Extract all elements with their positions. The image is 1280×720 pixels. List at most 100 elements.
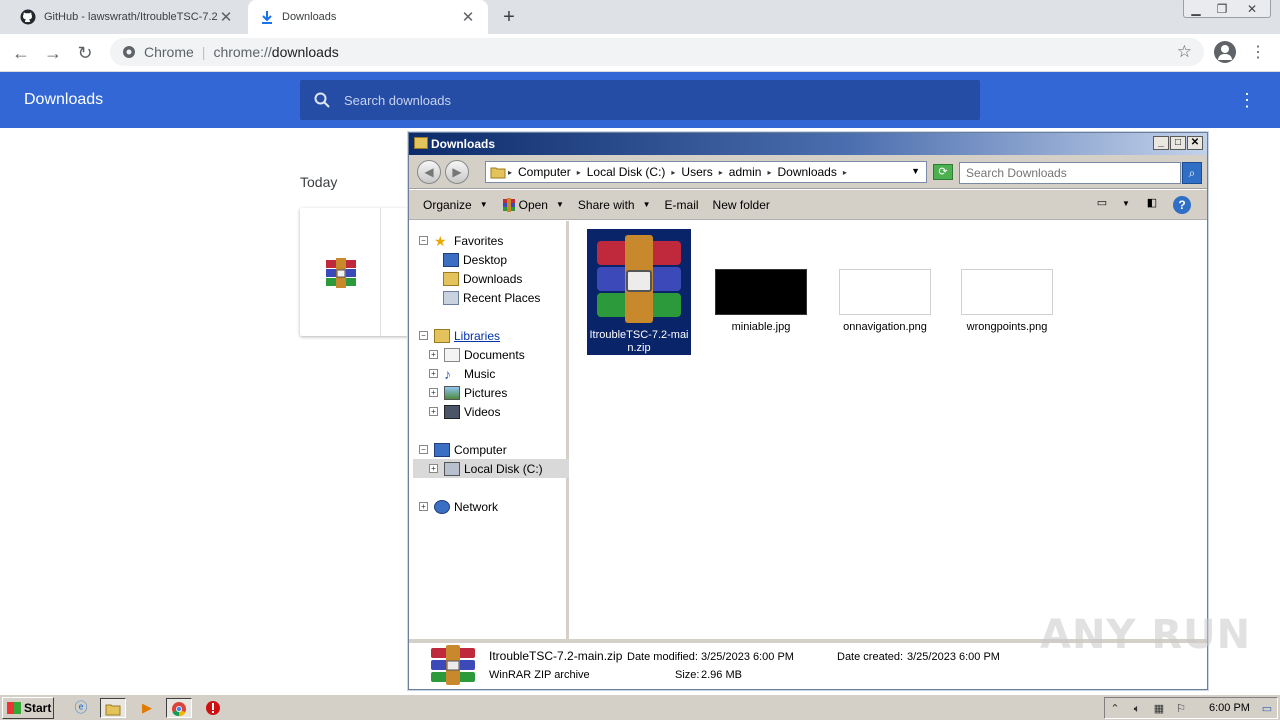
explorer-taskbar-icon[interactable]	[100, 698, 126, 718]
collapse-icon[interactable]: −	[419, 236, 428, 245]
tree-item-local-disk[interactable]: + Local Disk (C:)	[413, 459, 569, 478]
tab-github[interactable]: GitHub - lawswrath/ItroubleTSC-7.2 ✕	[8, 0, 246, 34]
expand-icon[interactable]: +	[429, 464, 438, 473]
tree-libraries[interactable]: − Libraries	[419, 326, 500, 345]
details-created-value: 3/25/2023 6:00 PM	[907, 651, 1000, 663]
email-button[interactable]: E-mail	[665, 198, 699, 212]
breadcrumb-item[interactable]: admin	[729, 165, 762, 179]
breadcrumb-item[interactable]: Local Disk (C:)	[587, 165, 666, 179]
tree-computer[interactable]: − Computer	[419, 440, 507, 459]
expand-icon[interactable]: +	[419, 502, 428, 511]
search-icon	[314, 92, 330, 108]
reload-button[interactable]: ↻	[72, 40, 98, 66]
tree-item-recent-places[interactable]: Recent Places	[443, 288, 540, 307]
profile-avatar-icon[interactable]	[1214, 41, 1236, 63]
organize-button[interactable]: Organize ▼	[423, 198, 488, 212]
downloads-header: Downloads ⋮	[0, 72, 1280, 128]
details-filename: ItroubleTSC-7.2-main.zip	[489, 649, 623, 663]
tree-item-downloads[interactable]: Downloads	[443, 269, 522, 288]
close-window-button[interactable]: ✕	[1240, 0, 1264, 18]
address-bar[interactable]: ▸ Computer ▸ Local Disk (C:) ▸ Users ▸ a…	[485, 161, 927, 183]
breadcrumb-item[interactable]: Computer	[518, 165, 571, 179]
forward-button[interactable]: ▶	[445, 160, 469, 184]
minimize-button[interactable]: ▁	[1184, 0, 1208, 18]
explorer-titlebar[interactable]: Downloads _ □ ✕	[409, 133, 1207, 155]
file-item[interactable]: ItroubleTSC-7.2-main.zip	[587, 229, 691, 355]
file-item[interactable]: miniable.jpg	[709, 269, 813, 336]
volume-icon[interactable]: 🔈︎	[1129, 701, 1145, 717]
tab-close-button[interactable]: ✕	[218, 8, 234, 26]
show-desktop-icon[interactable]: ▭	[1259, 701, 1275, 717]
start-button[interactable]: Start	[2, 697, 54, 719]
view-dropdown-icon[interactable]: ▼	[1117, 196, 1135, 212]
tree-item-music[interactable]: + ♪ Music	[429, 364, 495, 383]
close-button[interactable]: ✕	[1187, 136, 1203, 150]
clock[interactable]: 6:00 PM	[1209, 702, 1250, 714]
chrome-taskbar-icon[interactable]	[166, 698, 192, 718]
restore-button[interactable]: ❐	[1210, 0, 1234, 18]
show-hidden-icons-icon[interactable]: ⌃	[1107, 701, 1123, 717]
breadcrumb-item[interactable]: Downloads	[777, 165, 836, 179]
tree-network[interactable]: + Network	[419, 497, 498, 516]
image-thumbnail	[839, 269, 931, 315]
tab-close-button[interactable]: ✕	[460, 8, 476, 26]
details-size-label: Size:	[675, 669, 700, 681]
address-dropdown-icon[interactable]: ▼	[911, 166, 920, 176]
image-thumbnail	[961, 269, 1053, 315]
back-button[interactable]: ←	[8, 40, 34, 66]
minimize-button[interactable]: _	[1153, 136, 1169, 150]
refresh-icon[interactable]: ⟳	[933, 164, 953, 180]
expand-icon[interactable]: +	[429, 369, 438, 378]
download-icon	[262, 11, 272, 24]
anyrun-watermark: ANY RUN	[1040, 612, 1252, 658]
system-tray: ⌃ 🔈︎ ▦ ⚐ 6:00 PM ▭	[1104, 697, 1278, 719]
section-heading: Today	[300, 174, 338, 190]
browser-toolbar: ← → ↻ Chrome | chrome://downloads ☆	[0, 34, 1280, 72]
breadcrumb-item[interactable]: Users	[681, 165, 712, 179]
media-player-icon[interactable]: ▶	[134, 698, 160, 718]
taskbar: Start ⓔ ▶ ⌃ 🔈︎ ▦ ⚐ 6:00 PM ▭	[0, 694, 1280, 720]
page-title: Downloads	[24, 91, 104, 108]
back-button[interactable]: ◀	[417, 160, 441, 184]
tree-item-desktop[interactable]: Desktop	[443, 250, 507, 269]
tree-favorites[interactable]: − ★ Favorites	[419, 231, 503, 250]
collapse-icon[interactable]: −	[419, 445, 428, 454]
new-tab-button[interactable]: +	[496, 4, 522, 30]
preview-pane-icon[interactable]: ◧	[1143, 196, 1161, 212]
new-folder-button[interactable]: New folder	[713, 198, 770, 212]
stop-icon[interactable]	[200, 698, 226, 718]
downloads-menu-icon[interactable]: ⋮	[1238, 90, 1256, 111]
tree-item-pictures[interactable]: + Pictures	[429, 383, 507, 402]
expand-icon[interactable]: +	[429, 388, 438, 397]
tab-downloads[interactable]: Downloads ✕	[248, 0, 488, 34]
internet-explorer-icon[interactable]: ⓔ	[68, 698, 94, 718]
downloads-search-input[interactable]	[344, 92, 944, 108]
maximize-button[interactable]: □	[1170, 136, 1186, 150]
omnibox-chip: Chrome	[144, 44, 194, 60]
winrar-icon	[502, 197, 515, 212]
open-button[interactable]: Open ▼	[502, 197, 564, 212]
file-name: wrongpoints.png	[966, 321, 1048, 333]
tree-item-documents[interactable]: + Documents	[429, 345, 525, 364]
expand-icon[interactable]: +	[429, 407, 438, 416]
tree-item-videos[interactable]: + Videos	[429, 402, 500, 421]
explorer-search-input[interactable]	[959, 162, 1181, 184]
share-with-button[interactable]: Share with ▼	[578, 198, 651, 212]
action-center-flag-icon[interactable]: ⚐	[1173, 701, 1189, 717]
winrar-archive-icon	[597, 235, 681, 323]
tab-title: GitHub - lawswrath/ItroubleTSC-7.2	[44, 11, 218, 23]
omnibox[interactable]: Chrome | chrome://downloads ☆	[110, 38, 1204, 66]
chrome-menu-icon[interactable]: ⋮	[1250, 42, 1266, 62]
forward-button[interactable]: →	[40, 40, 66, 66]
details-size-value: 2.96 MB	[701, 669, 742, 681]
network-tray-icon[interactable]: ▦	[1151, 701, 1167, 717]
expand-icon[interactable]: +	[429, 350, 438, 359]
file-item[interactable]: onnavigation.png	[833, 269, 937, 336]
help-icon[interactable]: ?	[1173, 196, 1191, 214]
collapse-icon[interactable]: −	[419, 331, 428, 340]
bookmark-star-icon[interactable]: ☆	[1177, 42, 1192, 62]
search-icon[interactable]: ⌕	[1182, 162, 1202, 184]
view-icon[interactable]: ▭	[1093, 196, 1111, 212]
downloads-search[interactable]	[300, 80, 980, 120]
file-item[interactable]: wrongpoints.png	[955, 269, 1059, 336]
